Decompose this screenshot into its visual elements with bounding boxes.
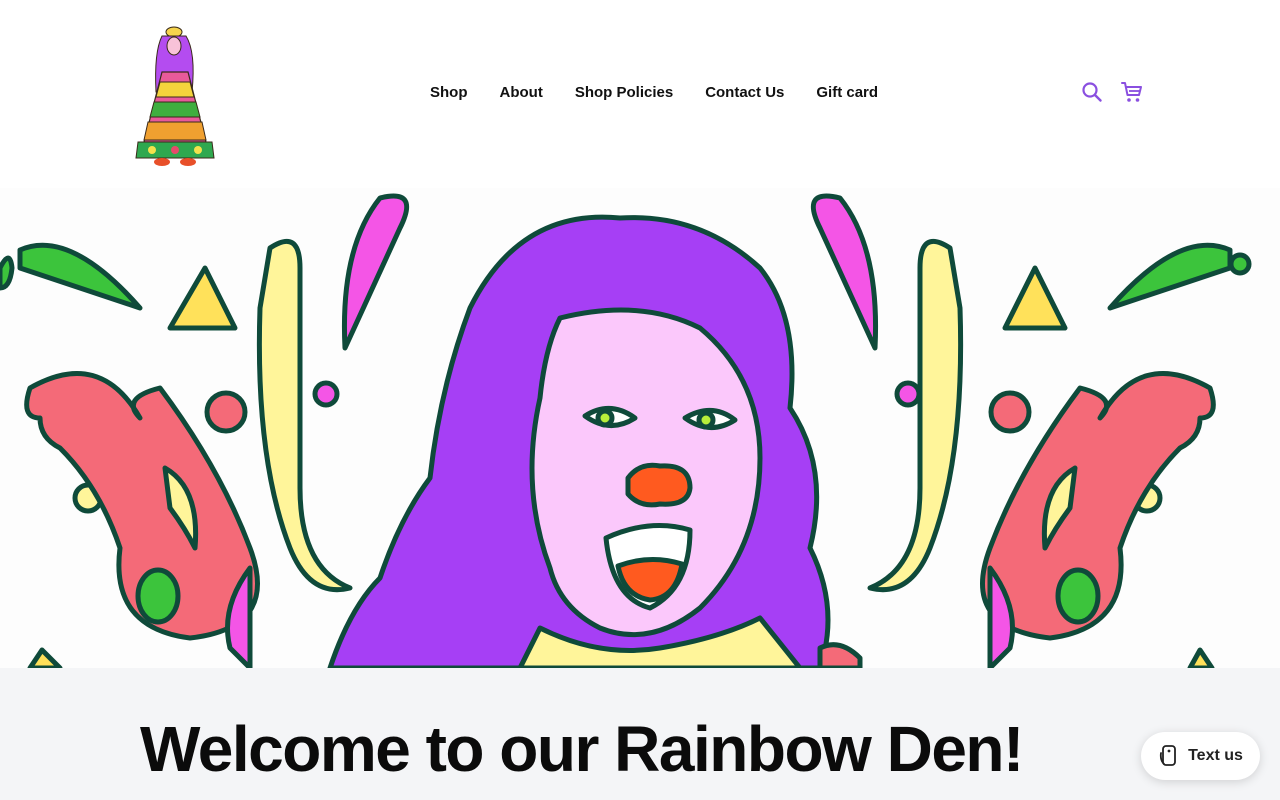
cart-icon xyxy=(1121,82,1142,102)
header-actions xyxy=(1080,78,1144,106)
welcome-section: Welcome to our Rainbow Den! xyxy=(0,668,1280,800)
search-icon xyxy=(1082,82,1102,102)
hero-banner xyxy=(0,188,1280,668)
chat-phone-icon xyxy=(1159,745,1176,766)
text-us-button[interactable]: Text us xyxy=(1141,732,1260,780)
logo-image xyxy=(135,26,215,166)
nav-contact-us[interactable]: Contact Us xyxy=(689,84,800,101)
site-logo[interactable] xyxy=(132,22,218,168)
cart-button[interactable] xyxy=(1120,80,1144,104)
site-header: Shop About Shop Policies Contact Us Gift… xyxy=(0,0,1280,188)
nav-about[interactable]: About xyxy=(484,84,559,101)
nav-shop[interactable]: Shop xyxy=(414,84,484,101)
hero-illustration xyxy=(0,188,1280,668)
nav-shop-policies[interactable]: Shop Policies xyxy=(559,84,689,101)
nav-gift-card[interactable]: Gift card xyxy=(800,84,894,101)
main-nav: Shop About Shop Policies Contact Us Gift… xyxy=(414,80,894,104)
text-us-label: Text us xyxy=(1188,747,1243,764)
search-button[interactable] xyxy=(1080,80,1104,104)
welcome-title: Welcome to our Rainbow Den! xyxy=(140,713,1024,785)
